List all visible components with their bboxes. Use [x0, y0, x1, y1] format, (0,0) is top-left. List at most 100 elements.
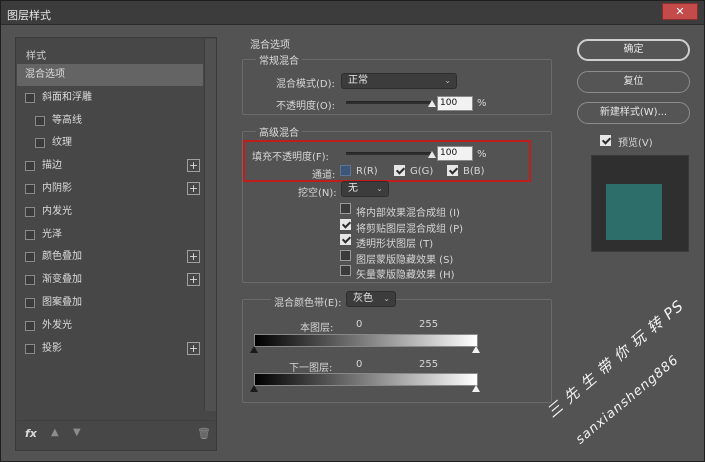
style-label: 外发光 [42, 319, 72, 331]
style-label: 等高线 [52, 114, 82, 126]
add-effect-icon[interactable]: + [187, 341, 200, 355]
blend-if-value: 灰色 [353, 293, 373, 304]
this-layer-black-stop[interactable] [250, 346, 258, 353]
advanced-option-checkbox[interactable] [340, 265, 351, 276]
knockout-label: 挖空(N): [298, 188, 337, 199]
underlying-layer-max: 255 [419, 359, 439, 370]
ok-button[interactable]: 确定 [577, 39, 690, 61]
advanced-option-checkbox[interactable] [340, 203, 351, 214]
style-checkbox[interactable] [25, 343, 35, 354]
reset-button[interactable]: 复位 [577, 71, 690, 93]
blend-mode-label: 混合模式(D): [276, 79, 335, 90]
style-label: 内发光 [42, 205, 72, 217]
style-item[interactable]: 图案叠加 [17, 292, 203, 314]
style-label: 斜面和浮雕 [42, 91, 92, 103]
opacity-input[interactable]: 100 [437, 96, 473, 111]
opacity-slider-thumb[interactable] [428, 100, 436, 107]
preview-checkbox[interactable] [600, 135, 611, 146]
blend-if-select[interactable]: 灰色 ⌄ [346, 291, 396, 307]
title-bar: 图层样式 ✕ [1, 1, 704, 25]
this-layer-label: 本图层: [300, 323, 334, 334]
style-checkbox[interactable] [25, 252, 35, 263]
highlight-box [243, 140, 531, 182]
add-effect-icon[interactable]: + [187, 273, 200, 287]
general-blending-title: 常规混合 [256, 52, 302, 67]
style-item[interactable]: 等高线 [17, 110, 203, 132]
preview-swatch [606, 184, 662, 240]
add-effect-icon[interactable]: + [187, 159, 200, 173]
this-layer-white-stop[interactable] [472, 346, 480, 353]
close-button[interactable]: ✕ [662, 3, 698, 20]
new-style-button[interactable]: 新建样式(W)... [577, 102, 690, 124]
style-label: 投影 [42, 342, 62, 354]
style-checkbox[interactable] [25, 275, 35, 286]
this-layer-min: 0 [356, 319, 363, 330]
style-item[interactable]: 斜面和浮雕 [17, 87, 203, 109]
style-checkbox[interactable] [25, 298, 35, 308]
blend-mode-value: 正常 [348, 75, 368, 86]
style-item[interactable]: 光泽 [17, 224, 203, 246]
underlying-layer-gradient [254, 373, 478, 386]
preview-thumbnail [591, 155, 689, 252]
opacity-label: 不透明度(O): [276, 101, 336, 112]
style-item[interactable]: 内阴影 + [17, 178, 203, 200]
style-checkbox[interactable] [35, 138, 45, 149]
chevron-down-icon: ⌄ [383, 294, 390, 303]
underlying-layer-black-stop[interactable] [250, 385, 258, 392]
move-down-icon[interactable]: ▼ [73, 427, 81, 438]
style-label: 光泽 [42, 228, 62, 240]
opacity-slider[interactable] [346, 101, 432, 104]
style-label: 图案叠加 [42, 297, 82, 308]
advanced-option-checkbox[interactable] [340, 218, 351, 230]
style-item[interactable]: 混合选项 [17, 64, 203, 86]
style-checkbox[interactable] [35, 115, 45, 126]
style-checkbox[interactable] [25, 92, 35, 103]
underlying-layer-label: 下一图层: [289, 363, 333, 374]
style-checkbox[interactable] [25, 229, 35, 240]
style-item[interactable]: 渐变叠加 + [17, 269, 203, 291]
advanced-option-checkbox[interactable] [340, 234, 351, 245]
add-effect-icon[interactable]: + [187, 250, 200, 264]
styles-header: 样式 [26, 51, 46, 62]
style-label: 纹理 [52, 137, 72, 149]
advanced-option-label: 将内部效果混合成组 (I) [356, 208, 460, 219]
chevron-down-icon: ⌄ [444, 76, 451, 85]
style-label: 内阴影 [42, 183, 72, 194]
knockout-select[interactable]: 无 ⌄ [341, 181, 389, 197]
blend-if-group [242, 299, 552, 403]
underlying-layer-white-stop[interactable] [472, 385, 480, 392]
advanced-option-label: 图层蒙版隐藏效果 (S) [356, 254, 454, 266]
advanced-option-checkbox[interactable] [340, 249, 351, 261]
preview-label: 预览(V) [618, 138, 653, 149]
style-checkbox[interactable] [25, 161, 35, 172]
style-label: 描边 [42, 160, 62, 172]
fx-icon[interactable]: fx [25, 427, 37, 440]
style-checkbox[interactable] [25, 184, 35, 194]
move-up-icon[interactable]: ▲ [51, 427, 59, 438]
advanced-option-label: 将剪贴图层混合成组 (P) [356, 223, 464, 235]
blend-mode-select[interactable]: 正常 ⌄ [341, 73, 457, 89]
knockout-value: 无 [348, 183, 358, 194]
style-item[interactable]: 描边 + [17, 155, 203, 177]
advanced-option-label: 透明形状图层 (T) [356, 239, 434, 250]
style-checkbox[interactable] [25, 206, 35, 217]
styles-footer: fx ▲ ▼ 🗑 [17, 420, 215, 450]
layer-style-dialog: 图层样式 ✕ 样式 混合选项斜面和浮雕等高线纹理描边 + 内阴影 + 内发光光泽颜色叠加… [0, 0, 705, 462]
style-item[interactable]: 内发光 [17, 201, 203, 223]
styles-scrollbar[interactable] [204, 39, 216, 411]
style-label: 渐变叠加 [42, 274, 82, 286]
styles-panel: 样式 混合选项斜面和浮雕等高线纹理描边 + 内阴影 + 内发光光泽颜色叠加 + 渐变叠加 + 图… [15, 37, 217, 451]
add-effect-icon[interactable]: + [187, 182, 200, 195]
this-layer-max: 255 [419, 319, 439, 330]
style-item[interactable]: 颜色叠加 + [17, 246, 203, 268]
style-item[interactable]: 投影 + [17, 338, 203, 360]
trash-icon[interactable]: 🗑 [197, 427, 211, 440]
underlying-layer-min: 0 [356, 359, 363, 370]
style-item[interactable]: 外发光 [17, 315, 203, 337]
style-checkbox[interactable] [25, 320, 35, 331]
this-layer-gradient [254, 334, 478, 347]
style-label: 颜色叠加 [42, 251, 82, 263]
style-item[interactable]: 纹理 [17, 132, 203, 154]
opacity-unit: % [477, 98, 487, 109]
blend-options-title: 混合选项 [250, 40, 290, 51]
